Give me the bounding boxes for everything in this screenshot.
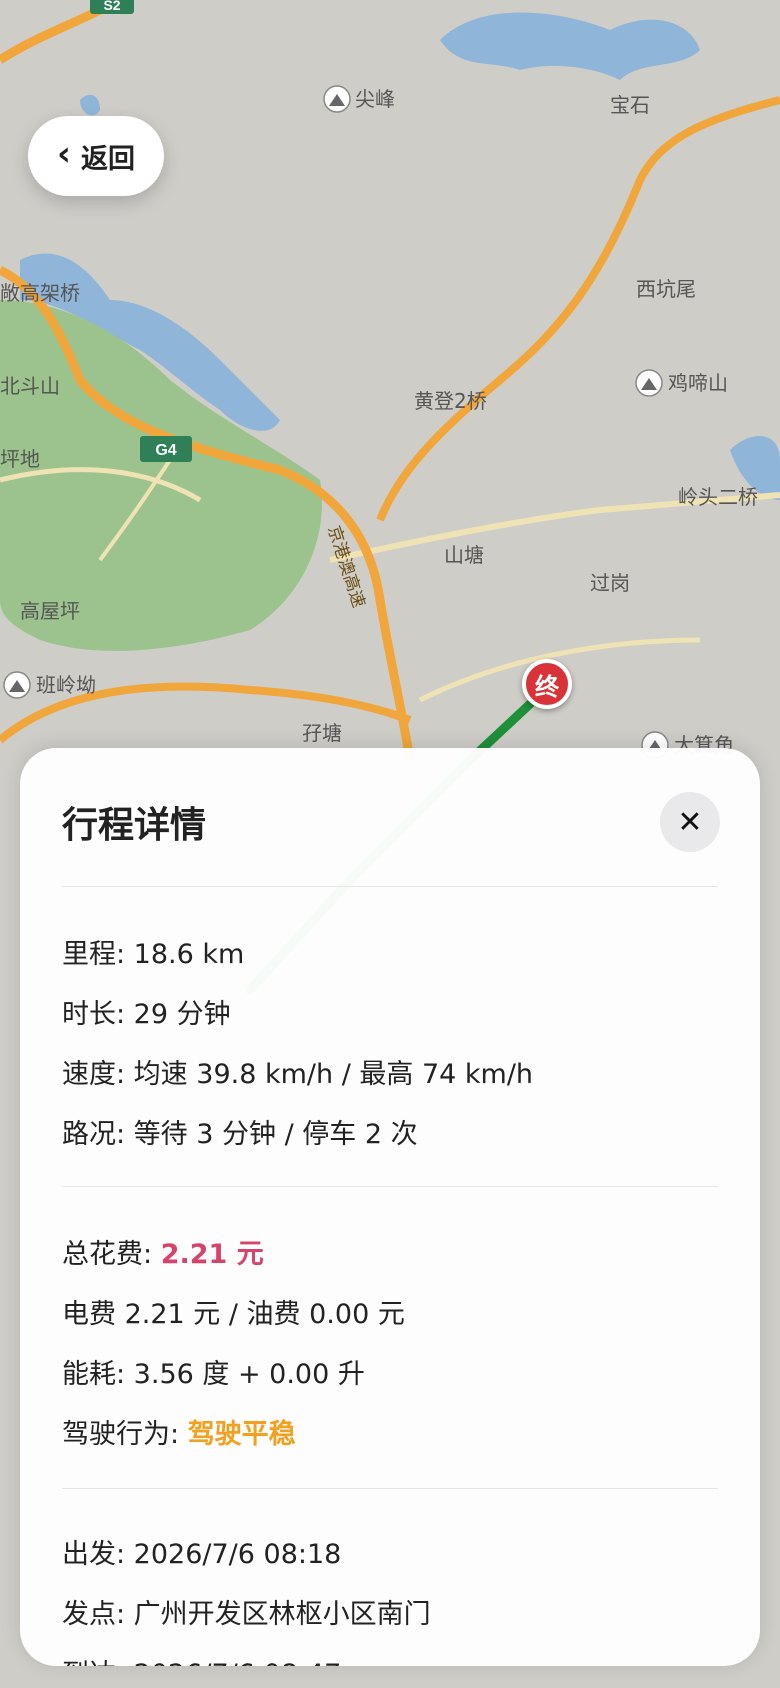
trip-traffic: 路况: 等待 3 分钟 / 停车 2 次 (62, 1119, 418, 1150)
divider (62, 1186, 718, 1187)
map-label-jitishan: 鸡啼山 (668, 371, 728, 395)
end-marker-label: 终 (535, 672, 559, 701)
map-label-banlingao: 班岭坳 (36, 673, 96, 697)
depart-time: 出发: 2026/7/6 08:18 (62, 1539, 342, 1570)
divider (62, 1488, 718, 1489)
mountain-icon (3, 671, 31, 699)
map-label-zitang: 孖塘 (302, 721, 342, 745)
divider (62, 886, 718, 887)
map-label-xikengwei: 西坑尾 (636, 277, 696, 301)
total-cost-value: 2.21 元 (160, 1239, 264, 1270)
back-button-label: 返回 (81, 143, 135, 175)
driving-behavior-label: 驾驶行为: (62, 1419, 188, 1450)
map-label-gaowuping: 高屋坪 (20, 599, 80, 623)
back-button[interactable]: ‹ 返回 (28, 116, 164, 196)
end-point-marker[interactable]: 终 (522, 659, 572, 709)
total-cost-label: 总花费: (62, 1239, 161, 1270)
trip-detail-panel: 行程详情 ✕ 里程: 18.6 km 时长: 29 分钟 速度: 均速 39.8… (20, 748, 760, 1666)
map-label-shantang: 山塘 (444, 543, 484, 567)
trip-distance: 里程: 18.6 km (62, 939, 245, 970)
map-label-beidoushan: 北斗山 (0, 374, 60, 398)
origin-location: 发点: 广州开发区林枢小区南门 (62, 1599, 431, 1630)
panel-header: 行程详情 ✕ (62, 792, 720, 852)
energy-consumption: 能耗: 3.56 度 + 0.00 升 (62, 1359, 365, 1390)
map-label-baoshi: 宝石 (610, 93, 650, 117)
trip-speed: 速度: 均速 39.8 km/h / 最高 74 km/h (62, 1059, 534, 1090)
mountain-icon (635, 369, 663, 397)
close-button[interactable]: ✕ (660, 792, 720, 852)
driving-behavior-value: 驾驶平稳 (187, 1419, 296, 1450)
arrive-time: 到达: 2026/7/6 08:47 (62, 1652, 341, 1666)
trip-duration: 时长: 29 分钟 (62, 999, 231, 1030)
panel-title: 行程详情 (62, 805, 207, 846)
s2-label: S2 (103, 0, 120, 13)
map-label-jianfeng: 尖峰 (355, 87, 395, 111)
map-label-guogang: 过岗 (590, 571, 630, 595)
close-icon: ✕ (677, 804, 703, 840)
map-label-huangdeng2qiao: 黄登2桥 (414, 389, 487, 413)
map-label-pingdi: 坪地 (0, 447, 40, 471)
mountain-icon (323, 85, 351, 113)
cost-breakdown: 电费 2.21 元 / 油费 0.00 元 (62, 1299, 405, 1330)
total-cost-row: 总花费: 2.21 元 (62, 1232, 264, 1271)
map-label-lingtouerqiao: 岭头二桥 (678, 485, 758, 509)
driving-behavior-row: 驾驶行为: 驾驶平稳 (62, 1412, 296, 1451)
g4-label: G4 (155, 442, 176, 459)
chevron-left-icon: ‹ (56, 134, 71, 174)
map-label-gaojiaqiao: 敞高架桥 (0, 281, 80, 305)
